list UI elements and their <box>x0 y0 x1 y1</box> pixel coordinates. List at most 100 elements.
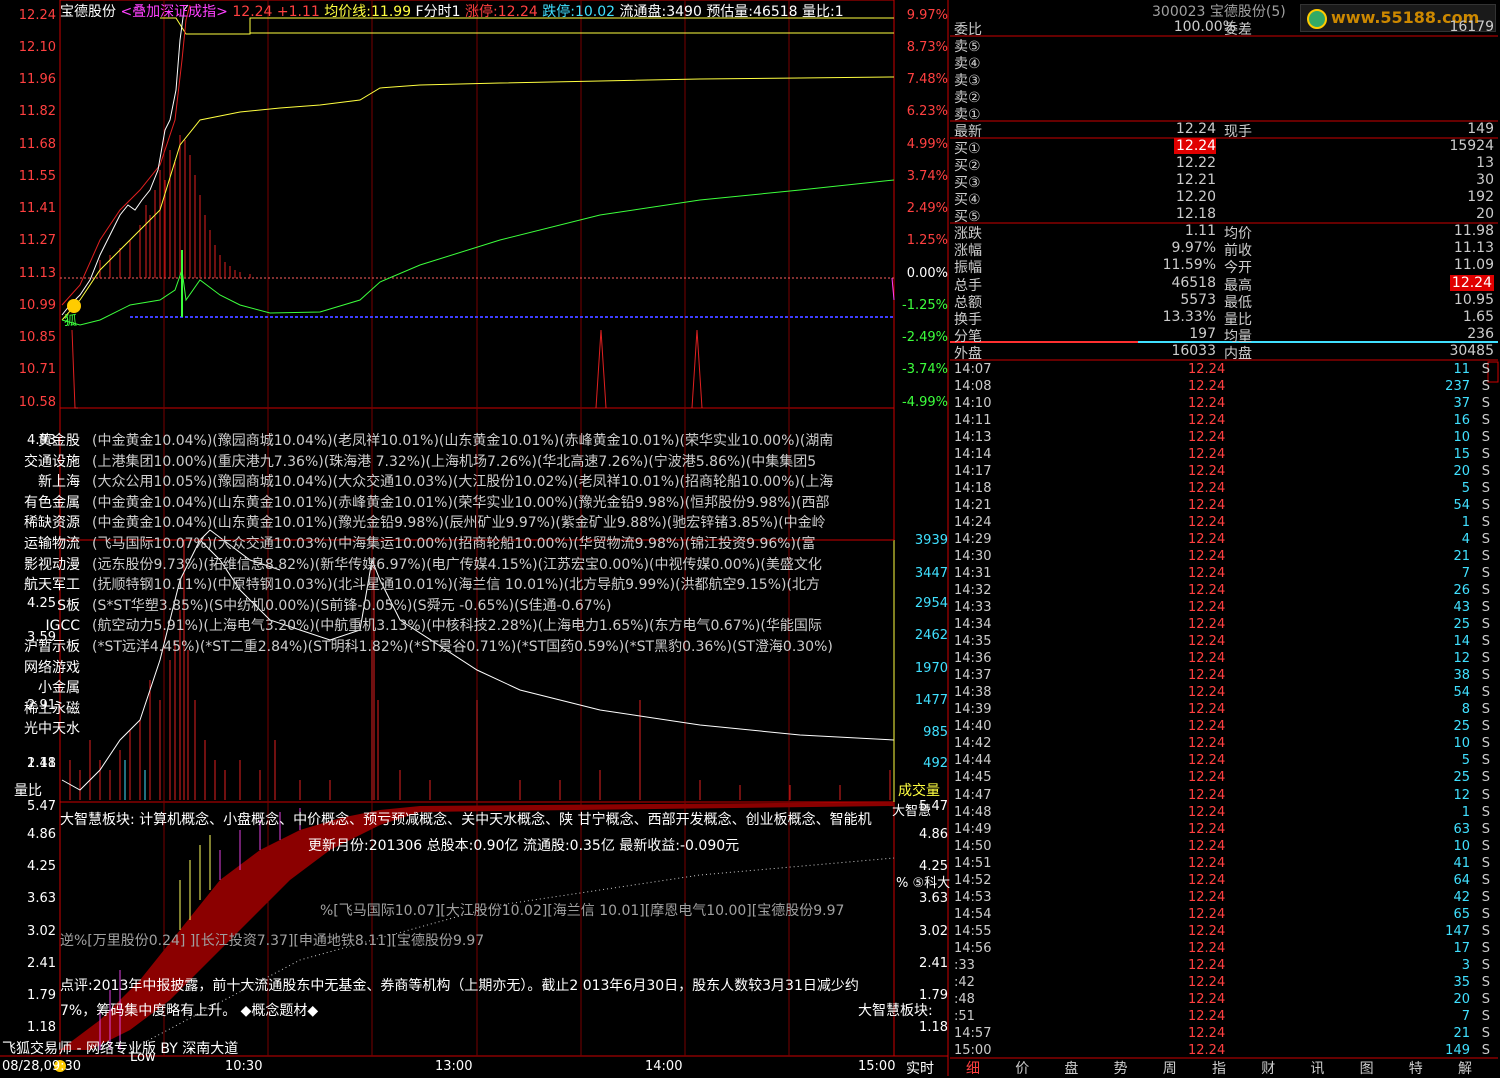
lower-tick-left: 3.63 <box>27 891 56 906</box>
tick-price: 12.24 <box>1188 940 1226 956</box>
tick-price: 12.24 <box>1188 702 1226 718</box>
concept-row[interactable]: 黄金股 (中金黄金10.04%)(豫园商城10.04%)(老凤祥10.01%)(山… <box>14 430 948 450</box>
tick-row: 14:38 12.24 54 S <box>952 685 1498 702</box>
concept-name: 稀缺资源 <box>24 515 80 532</box>
stat-label-2: 内盘 <box>1224 346 1252 363</box>
tick-time: 14:40 <box>954 719 992 735</box>
stat-value: 46518 <box>1171 274 1216 291</box>
tab-2[interactable]: 盘 <box>1064 1058 1078 1078</box>
concept-row[interactable]: 网络游戏 <box>14 657 948 677</box>
tab-7[interactable]: 讯 <box>1310 1058 1324 1078</box>
concept-stocks: (抚顺特钢10.11%)(中原特钢10.03%)(北斗星通10.01%)(海兰信… <box>92 577 820 594</box>
tick-price: 12.24 <box>1188 498 1226 514</box>
tick-row: 14:07 12.24 11 S <box>952 362 1498 379</box>
buy-volume: 15924 <box>1449 138 1494 154</box>
chart-mode[interactable]: F分时1 <box>416 4 461 20</box>
concept-row[interactable]: 运输物流 (飞马国际10.07%)(大众交通10.03%)(中海集运10.00%)… <box>14 533 948 553</box>
stat-value-2: 236 <box>1467 326 1494 343</box>
tick-volume: 35 <box>1453 974 1470 990</box>
tick-row: 14:39 12.24 8 S <box>952 702 1498 719</box>
tab-4[interactable]: 周 <box>1163 1058 1177 1078</box>
tick-price: 12.24 <box>1188 1042 1226 1058</box>
realtime-button[interactable]: 实时 <box>906 1058 934 1078</box>
tick-volume: 5 <box>1461 481 1470 497</box>
tick-side: S <box>1481 957 1490 973</box>
concept-row[interactable]: 光中天水 <box>14 718 948 738</box>
price-tick-right: -3.74% <box>902 362 948 377</box>
tick-side: S <box>1481 634 1490 650</box>
tab-5[interactable]: 指 <box>1212 1058 1226 1078</box>
concept-name: 交通设施 <box>24 453 80 470</box>
spike-1 <box>595 329 607 409</box>
tick-price: 12.24 <box>1188 600 1226 616</box>
tick-row: :33 12.24 3 S <box>952 958 1498 975</box>
lower-tick-right: 4.86 <box>919 827 948 842</box>
lower-tick-left: 2.41 <box>27 956 56 971</box>
tick-price: 12.24 <box>1188 804 1226 820</box>
tab-6[interactable]: 财 <box>1261 1058 1275 1078</box>
tick-volume: 10 <box>1453 838 1470 854</box>
tick-volume: 1 <box>1461 515 1470 531</box>
tick-time: 14:37 <box>954 668 992 684</box>
tick-side: S <box>1481 566 1490 582</box>
tick-row: 14:50 12.24 10 S <box>952 839 1498 856</box>
concept-row[interactable]: 有色金属 (中金黄金10.04%)(山东黄金10.01%)(赤峰黄金10.01%)… <box>14 492 948 512</box>
concept-row[interactable]: S板 (S*ST华塑3.85%)(S中纺机0.00%)(S前锋-0.05%)(S舜… <box>14 595 948 615</box>
tick-volume: 65 <box>1453 906 1470 922</box>
concept-name: 航天军工 <box>24 577 80 594</box>
tick-row: :42 12.24 35 S <box>952 975 1498 992</box>
tab-0[interactable]: 细 <box>966 1058 980 1078</box>
time-tick-3: 14:00 <box>645 1059 683 1074</box>
tick-time: 14:14 <box>954 447 992 463</box>
latest-value: 12.24 <box>1175 121 1216 137</box>
concept-row[interactable]: 新上海 (大众公用10.05%)(豫园商城10.04%)(大众交通10.03%)(… <box>14 471 948 491</box>
tick-row: 14:52 12.24 64 S <box>952 873 1498 890</box>
concept-row[interactable]: 稀缺资源 (中金黄金10.04%)(山东黄金10.01%)(豫光金铅9.98%)(… <box>14 512 948 532</box>
tick-price: 12.24 <box>1188 362 1226 377</box>
price-tick-left: 11.27 <box>18 233 56 248</box>
tab-1[interactable]: 价 <box>1015 1058 1029 1078</box>
tick-side: S <box>1481 515 1490 531</box>
tab-3[interactable]: 势 <box>1114 1058 1128 1078</box>
concept-row[interactable]: 影视动漫 (远东股份9.73%)(拓维信息8.82%)(新华传媒6.97%)(电广… <box>14 554 948 574</box>
tab-8[interactable]: 图 <box>1360 1058 1374 1078</box>
tick-time: 14:10 <box>954 396 992 412</box>
tick-volume: 37 <box>1453 396 1470 412</box>
tick-row: 14:10 12.24 37 S <box>952 396 1498 413</box>
tick-time: :48 <box>954 991 975 1007</box>
tick-time: 14:31 <box>954 566 992 582</box>
buy-volume: 13 <box>1476 155 1494 171</box>
tick-row: 14:51 12.24 41 S <box>952 856 1498 873</box>
tick-row: 14:29 12.24 4 S <box>952 532 1498 549</box>
tick-volume: 21 <box>1453 549 1470 565</box>
tick-side: S <box>1481 447 1490 463</box>
concept-stocks: (航空动力5.91%)(上海电气3.20%)(中航重机3.13%)(中核科技2.… <box>92 618 822 635</box>
tick-volume: 25 <box>1453 617 1470 633</box>
lower-tick-left: 1.79 <box>27 988 56 1003</box>
tick-price: 12.24 <box>1188 430 1226 446</box>
stats-row: 涨跌 1.11 均价 11.98 <box>952 223 1498 242</box>
tick-volume: 41 <box>1453 855 1470 871</box>
tab-9[interactable]: 特 <box>1409 1058 1423 1078</box>
tick-price: 12.24 <box>1188 957 1226 973</box>
tick-price: 12.24 <box>1188 532 1226 548</box>
tick-volume: 25 <box>1453 770 1470 786</box>
concept-row[interactable]: 交通设施 (上港集团10.00%)(重庆港九7.36%)(珠海港 7.32%)(上… <box>14 451 948 471</box>
comment-line-2[interactable]: 7%，筹码集中度略有上升。 ◆概念题材◆ <box>60 1000 318 1020</box>
weibi-row: 委比 100.00% 委差 16179 <box>952 19 1498 38</box>
tick-price: 12.24 <box>1188 379 1226 395</box>
price-tick-right: 1.25% <box>906 233 948 248</box>
tick-side: S <box>1481 974 1490 990</box>
time-low-label: Low <box>130 1050 156 1065</box>
concept-row[interactable]: 稀土永磁 <box>14 698 948 718</box>
tick-side: S <box>1481 719 1490 735</box>
top-right-a: 大智慧 <box>892 804 932 819</box>
concept-stocks: (*ST远洋4.45%)(*ST二重2.84%)(ST明科1.82%)(*ST景… <box>92 639 833 655</box>
concept-row[interactable]: 航天军工 (抚顺特钢10.11%)(中原特钢10.03%)(北斗星通10.01%)… <box>14 574 948 594</box>
concept-row[interactable]: 沪暂示板 (*ST远洋4.45%)(*ST二重2.84%)(ST明科1.82%)(… <box>14 636 948 656</box>
concept-row[interactable]: 小金属 <box>14 677 948 697</box>
tab-10[interactable]: 解 <box>1458 1058 1472 1078</box>
overlay-index[interactable]: <叠加深证成指> <box>120 4 227 20</box>
concept-row[interactable]: IGCC (航空动力5.91%)(上海电气3.20%)(中航重机3.13%)(中核… <box>14 615 948 635</box>
stat-label: 外盘 <box>954 346 982 363</box>
